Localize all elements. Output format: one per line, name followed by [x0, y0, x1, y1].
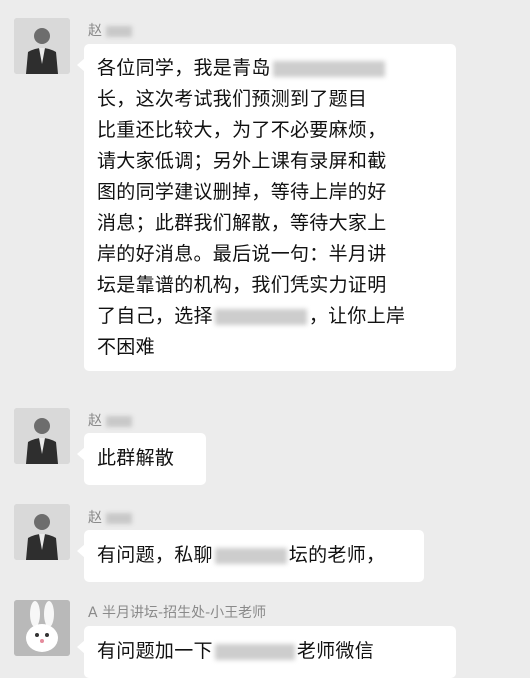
message-line: 比重还比较大，为了不必要麻烦，	[97, 119, 387, 141]
message-text: 老师微信	[296, 640, 375, 662]
redacted-text	[272, 60, 385, 77]
message-bubble[interactable]: 各位同学，我是青岛 长，这次考试我们预测到了题目 比重还比较大，为了不必要麻烦，…	[77, 44, 456, 371]
avatar[interactable]	[14, 408, 70, 464]
message-line: 消息；此群我们解散，等待大家上	[97, 212, 387, 234]
avatar[interactable]	[14, 600, 70, 656]
message-bubble[interactable]: 有问题，私聊 坛的老师，	[77, 530, 424, 582]
redacted-name	[106, 415, 132, 427]
avatar-person-image	[14, 18, 70, 74]
sender-name: 赵	[88, 507, 132, 527]
avatar-person-image	[14, 408, 70, 464]
message-line: 了自己，选择 ，让你上岸	[97, 305, 406, 327]
message-line: 长，这次考试我们预测到了题目	[97, 88, 368, 110]
sender-name: 赵	[88, 20, 132, 40]
message-line: 图的同学建议删掉，等待上岸的好	[97, 181, 387, 203]
message-line: 不困难	[97, 336, 155, 358]
message-bubble[interactable]: 此群解散	[77, 433, 206, 485]
message-text: 有问题，私聊	[97, 544, 213, 566]
avatar[interactable]	[14, 504, 70, 560]
message-line: 坛是靠谱的机构，我们凭实力证明	[97, 274, 387, 296]
sender-name: A 半月讲坛-招生处-小王老师	[88, 605, 267, 621]
avatar-person-image	[14, 504, 70, 560]
chat-message-list: 赵 各位同学，我是青岛 长，这次考试我们预测到了题目 比重还比较大，为了不必要麻…	[0, 0, 530, 678]
redacted-text	[214, 308, 307, 325]
message-text: 有问题加一下	[97, 640, 213, 662]
bunny-avatar-image	[14, 600, 70, 656]
message-bubble[interactable]: 有问题加一下 老师微信	[77, 626, 456, 678]
message-line: 岸的好消息。最后说一句：半月讲	[97, 243, 387, 265]
message-text: 此群解散	[97, 447, 175, 469]
redacted-text	[214, 547, 287, 564]
message-text: 坛的老师，	[288, 544, 386, 566]
sender-name: 赵	[88, 410, 132, 430]
avatar[interactable]	[14, 18, 70, 74]
redacted-name	[106, 25, 132, 37]
redacted-text	[214, 643, 295, 660]
redacted-name	[106, 512, 132, 524]
message-line: 各位同学，我是青岛	[97, 53, 443, 84]
message-line: 请大家低调；另外上课有录屏和截	[97, 150, 387, 172]
